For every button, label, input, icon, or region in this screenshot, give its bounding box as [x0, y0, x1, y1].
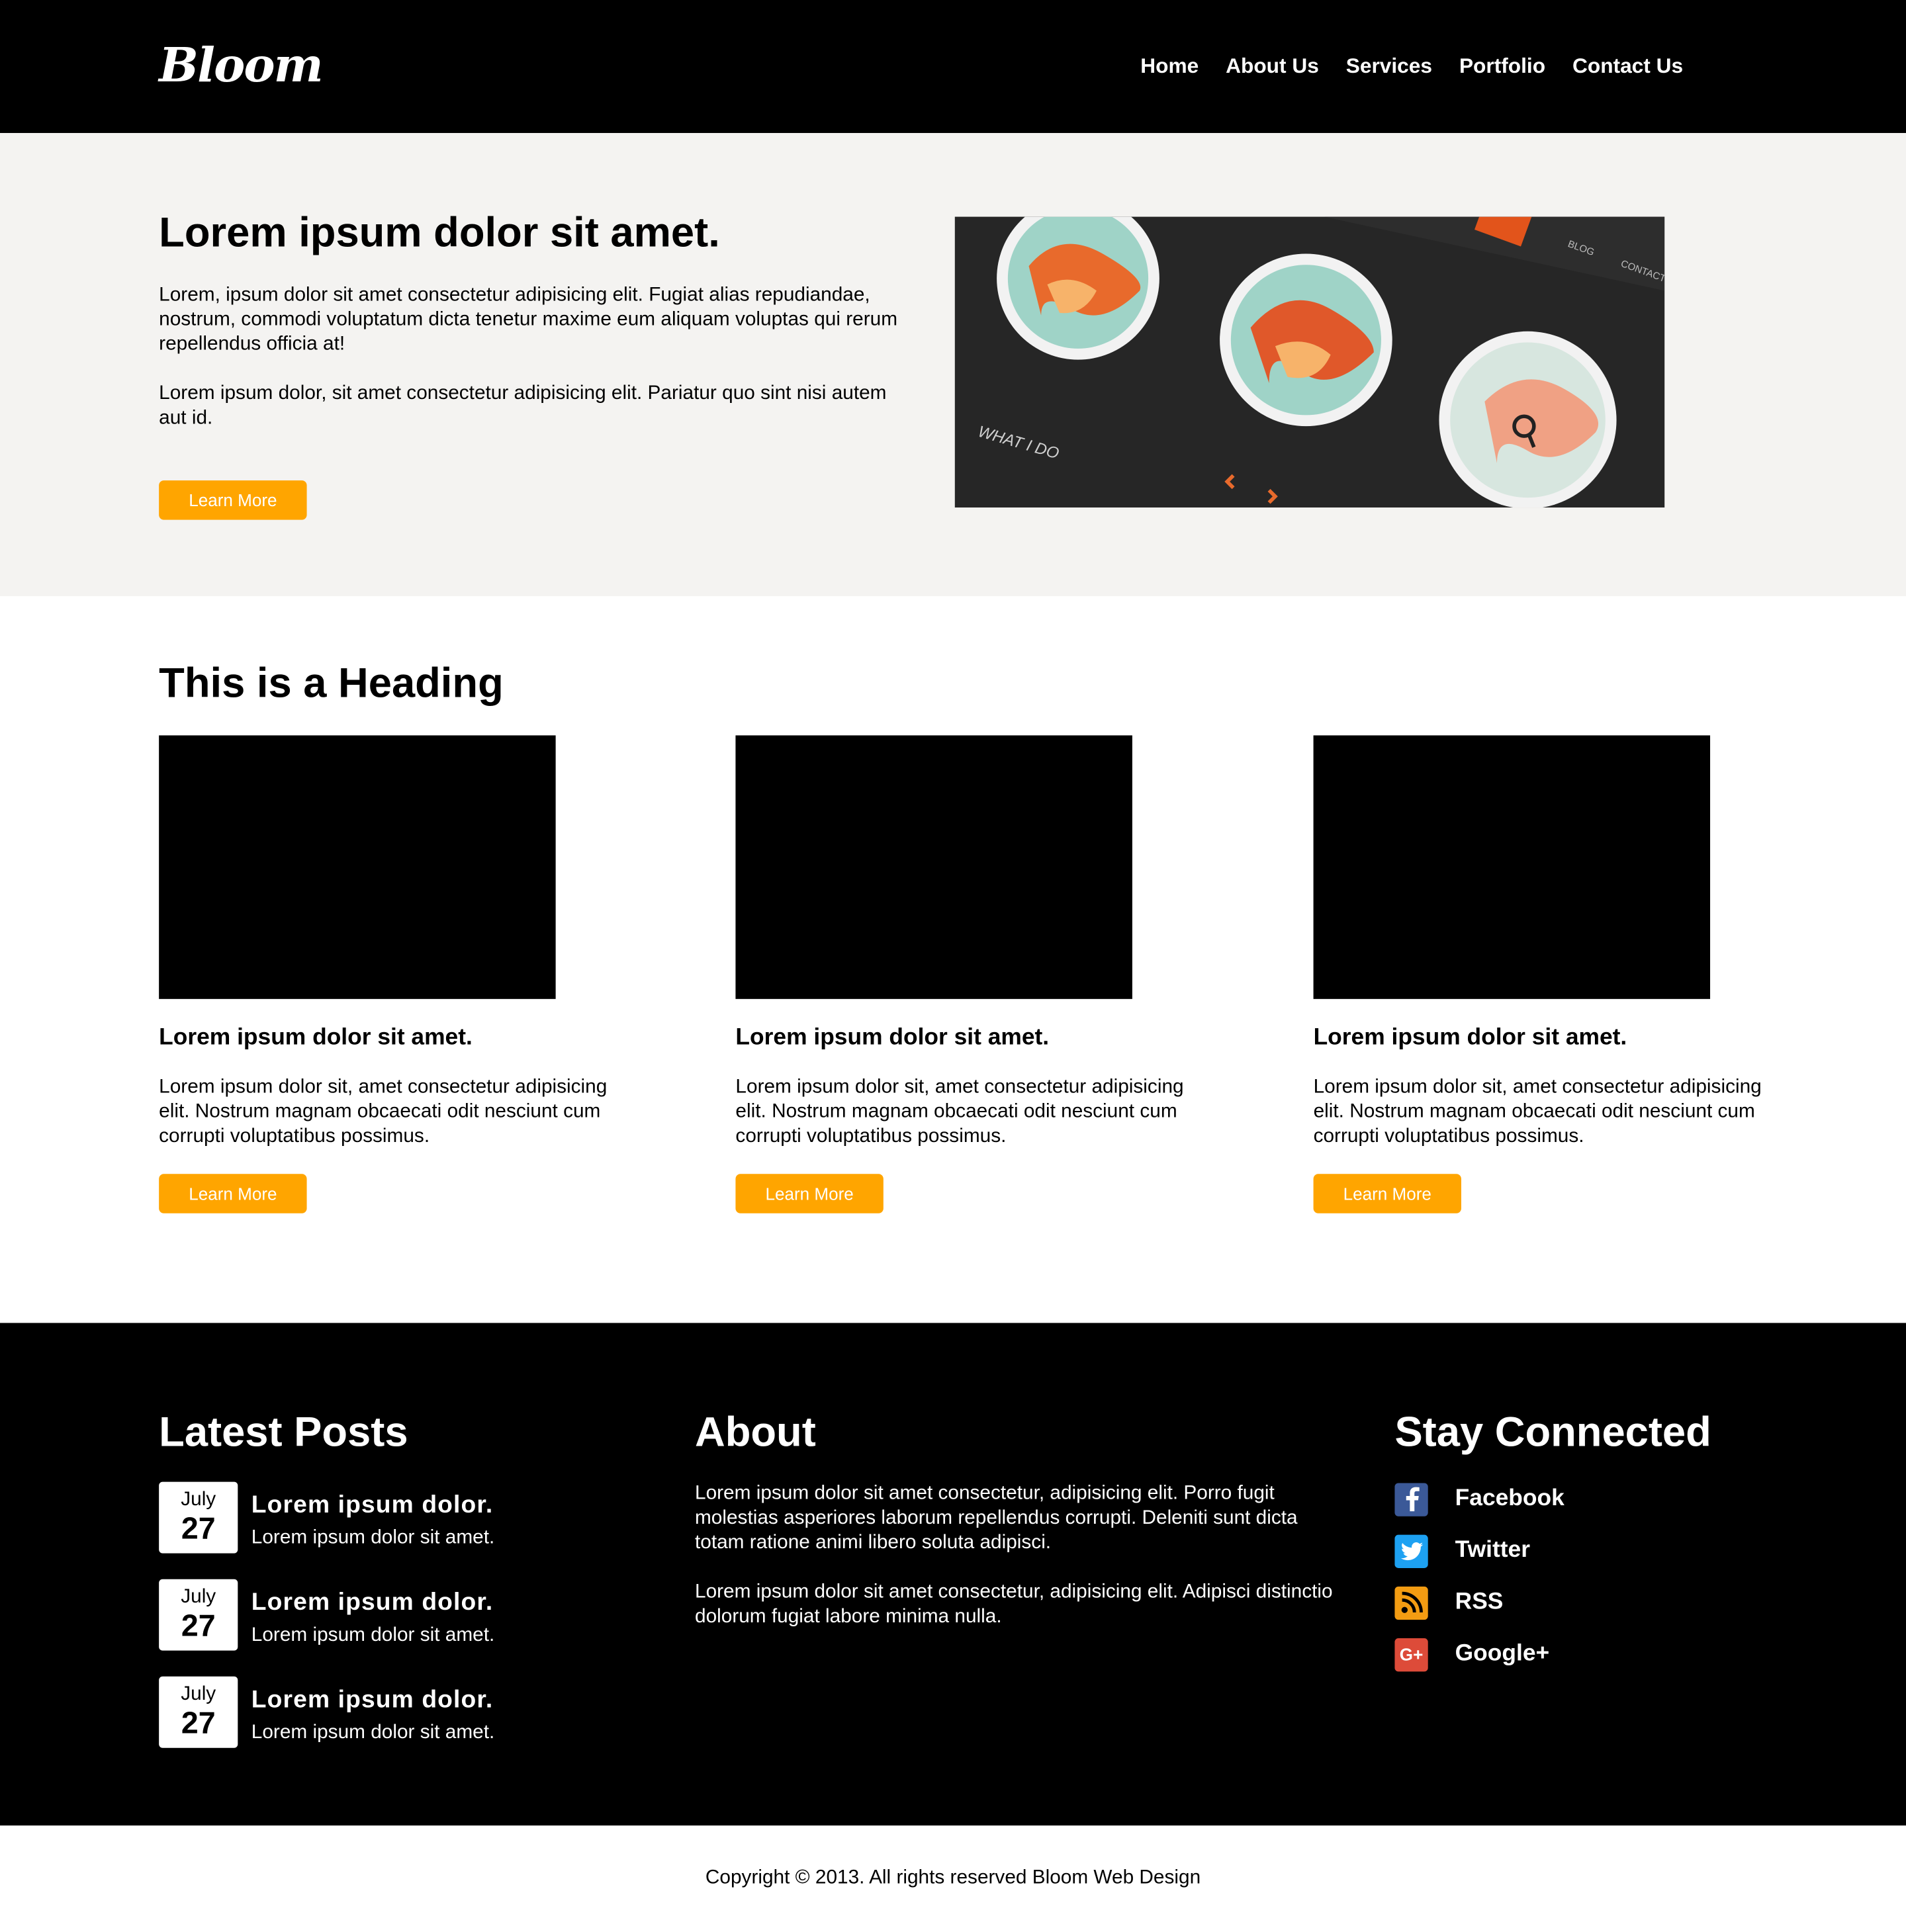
social-label: RSS [1455, 1589, 1504, 1615]
about-paragraph: Lorem ipsum dolor sit amet consectetur, … [694, 1581, 1333, 1628]
copyright-text: Copyright © 2013. All rights reserved Bl… [705, 1867, 1201, 1888]
post-title[interactable]: Lorem ipsum dolor. [251, 1492, 495, 1519]
card-title: Lorem ipsum dolor sit amet. [159, 1024, 473, 1051]
post-subtitle: Lorem ipsum dolor sit amet. [251, 1722, 495, 1743]
post-title[interactable]: Lorem ipsum dolor. [251, 1687, 495, 1714]
card-thumbnail [1313, 735, 1711, 999]
nav-portfolio[interactable]: Portfolio [1459, 54, 1545, 79]
card-thumbnail [735, 735, 1132, 999]
post-day: 27 [181, 1608, 216, 1644]
card-title: Lorem ipsum dolor sit amet. [1313, 1024, 1627, 1051]
post-subtitle: Lorem ipsum dolor sit amet. [251, 1527, 495, 1549]
nav-services[interactable]: Services [1346, 54, 1432, 79]
social-links: Facebook Twitter RSS G+ Google+ [1394, 1482, 1565, 1689]
post-day: 27 [181, 1706, 216, 1741]
social-link-twitter[interactable]: Twitter [1394, 1534, 1564, 1568]
latest-posts-heading: Latest Posts [159, 1409, 408, 1456]
about-paragraph: Lorem ipsum dolor sit amet consectetur, … [694, 1483, 1298, 1554]
hero-illustration: BLOG CONTACT WHAT I DO [954, 216, 1665, 508]
post-text: Lorem ipsum dolor. Lorem ipsum dolor sit… [251, 1482, 495, 1550]
post-day: 27 [181, 1511, 216, 1546]
social-label: Twitter [1455, 1537, 1530, 1563]
nav-about-us[interactable]: About Us [1226, 54, 1319, 79]
post-date: July 27 [159, 1579, 238, 1651]
page: Bloom Home About Us Services Portfolio C… [0, 0, 1906, 1932]
post-month: July [181, 1683, 216, 1705]
post-month: July [181, 1586, 216, 1608]
social-link-rss[interactable]: RSS [1394, 1585, 1564, 1620]
card-text: Lorem ipsum dolor sit, amet consectetur … [159, 1076, 608, 1147]
feature-card: Lorem ipsum dolor sit amet. Lorem ipsum … [1313, 735, 1772, 1213]
post-text: Lorem ipsum dolor. Lorem ipsum dolor sit… [251, 1579, 495, 1647]
card-text: Lorem ipsum dolor sit, amet consectetur … [1313, 1076, 1762, 1147]
post-subtitle: Lorem ipsum dolor sit amet. [251, 1624, 495, 1646]
feature-card: Lorem ipsum dolor sit amet. Lorem ipsum … [735, 735, 1194, 1213]
stay-connected-heading: Stay Connected [1394, 1409, 1711, 1456]
post-date: July 27 [159, 1676, 238, 1748]
section-heading: This is a Heading [159, 660, 504, 707]
about-heading: About [694, 1409, 816, 1456]
site-header: Bloom Home About Us Services Portfolio C… [0, 0, 1906, 134]
site-footer: Latest Posts July 27 Lorem ipsum dolor. … [0, 1323, 1906, 1826]
post-item[interactable]: July 27 Lorem ipsum dolor. Lorem ipsum d… [159, 1676, 495, 1748]
hero-learn-more-button[interactable]: Learn More [159, 480, 307, 520]
social-link-facebook[interactable]: Facebook [1394, 1482, 1565, 1516]
latest-posts-list: July 27 Lorem ipsum dolor. Lorem ipsum d… [159, 1481, 495, 1774]
google-plus-icon: G+ [1394, 1638, 1428, 1671]
card-title: Lorem ipsum dolor sit amet. [735, 1024, 1050, 1051]
nav-home[interactable]: Home [1140, 54, 1199, 79]
hero-image: BLOG CONTACT WHAT I DO [954, 216, 1665, 508]
post-title[interactable]: Lorem ipsum dolor. [251, 1589, 495, 1616]
social-link-google-plus[interactable]: G+ Google+ [1394, 1637, 1564, 1671]
social-label: Google+ [1455, 1640, 1550, 1667]
nav-contact-us[interactable]: Contact Us [1572, 54, 1683, 79]
main-nav: Home About Us Services Portfolio Contact… [1140, 54, 1683, 79]
card-text: Lorem ipsum dolor sit, amet consectetur … [735, 1076, 1184, 1147]
post-item[interactable]: July 27 Lorem ipsum dolor. Lorem ipsum d… [159, 1481, 495, 1554]
hero-paragraph: Lorem, ipsum dolor sit amet consectetur … [159, 285, 898, 355]
post-text: Lorem ipsum dolor. Lorem ipsum dolor sit… [251, 1677, 495, 1744]
post-month: July [181, 1489, 216, 1511]
logo[interactable]: Bloom [159, 37, 323, 93]
card-learn-more-button[interactable]: Learn More [159, 1174, 307, 1213]
card-learn-more-button[interactable]: Learn More [1313, 1174, 1461, 1213]
about-text: Lorem ipsum dolor sit amet consectetur, … [695, 1482, 1336, 1655]
feature-card: Lorem ipsum dolor sit amet. Lorem ipsum … [159, 735, 617, 1213]
hero-text: Lorem, ipsum dolor sit amet consectetur … [159, 283, 911, 456]
facebook-icon [1394, 1482, 1428, 1516]
google-plus-glyph: G+ [1399, 1644, 1424, 1665]
hero-title: Lorem ipsum dolor sit amet. [159, 209, 720, 257]
twitter-icon [1394, 1534, 1428, 1568]
card-learn-more-button[interactable]: Learn More [735, 1174, 884, 1213]
hero-paragraph: Lorem ipsum dolor, sit amet consectetur … [159, 382, 887, 429]
card-thumbnail [159, 735, 556, 999]
post-date: July 27 [159, 1481, 238, 1554]
social-label: Facebook [1455, 1485, 1565, 1512]
rss-icon [1394, 1585, 1428, 1620]
post-item[interactable]: July 27 Lorem ipsum dolor. Lorem ipsum d… [159, 1579, 494, 1651]
hero-section: Lorem ipsum dolor sit amet. Lorem, ipsum… [0, 133, 1906, 597]
